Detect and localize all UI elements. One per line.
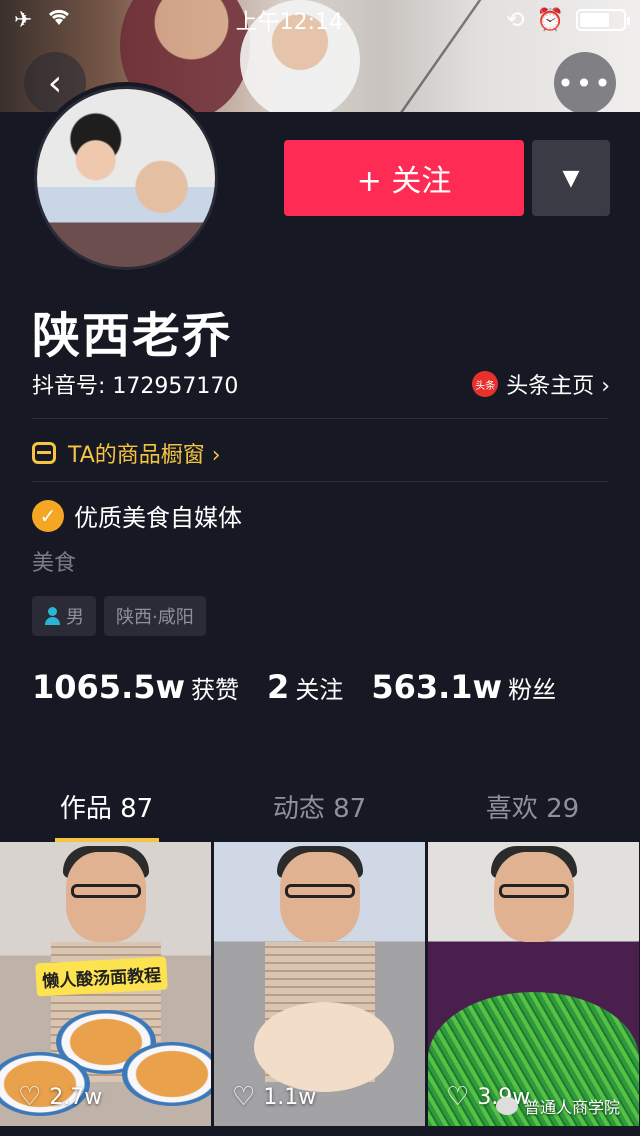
profile-tags: 男 陕西·咸阳: [32, 596, 206, 636]
status-time: 上午12:14: [235, 10, 343, 35]
location-tag: 陕西·咸阳: [104, 596, 206, 636]
following-label: 关注: [295, 676, 344, 704]
fans-label: 粉丝: [508, 676, 557, 704]
content-tabs: 作品 87 动态 87 喜欢 29: [0, 770, 640, 842]
fans-count: 563.1w: [371, 668, 503, 706]
more-options-button[interactable]: •••: [554, 52, 616, 114]
id-row: 抖音号: 172957170 头条 头条主页 ›: [32, 368, 610, 400]
heart-icon: ♡: [232, 1082, 256, 1112]
wifi-icon: [46, 7, 72, 33]
person-icon: [44, 607, 60, 625]
verified-icon: ✓: [32, 499, 64, 532]
rotation-lock-icon: ⟲: [506, 7, 525, 33]
watermark-text: 普通人商学院: [523, 1098, 620, 1117]
location-label: 陕西·咸阳: [116, 607, 194, 628]
profile-name: 陕西老乔: [32, 308, 233, 364]
thumb-bowl: [122, 1042, 211, 1106]
status-right: ⟲ ⏰: [506, 7, 630, 33]
tab-likes[interactable]: 喜欢 29: [426, 770, 639, 842]
heart-icon: ♡: [446, 1082, 470, 1112]
follow-button[interactable]: + 关注: [284, 140, 524, 216]
shop-icon: [32, 442, 56, 464]
divider: [32, 418, 608, 419]
wechat-icon: [495, 1097, 518, 1115]
status-left: ✈: [14, 7, 72, 33]
dropdown-icon: ▼: [562, 165, 580, 191]
gender-label: 男: [66, 607, 84, 628]
back-icon: ‹: [47, 62, 63, 104]
follow-label: + 关注: [356, 164, 452, 199]
thumb-chicken: [254, 1002, 394, 1092]
profile-stats: 1065.5w 获赞 2 关注 563.1w 粉丝: [32, 668, 556, 706]
video-caption: 懒人酸汤面教程: [35, 956, 168, 997]
category: 美食: [32, 551, 77, 576]
tab-dynamics[interactable]: 动态 87: [213, 770, 426, 842]
status-bar: ✈ 上午12:14 ⟲ ⏰: [0, 0, 640, 40]
video-thumbnail[interactable]: 懒人酸汤面教程 ♡ 2.7w: [0, 842, 211, 1126]
alarm-icon: ⏰: [536, 7, 564, 33]
avatar[interactable]: [30, 82, 222, 274]
thumb-glasses: [70, 884, 141, 898]
airplane-icon: ✈: [14, 7, 33, 33]
fans-stat[interactable]: 563.1w 粉丝: [371, 668, 556, 706]
battery-icon: [576, 9, 630, 31]
toutiao-link[interactable]: 头条 头条主页 ›: [472, 368, 610, 400]
thumb-glasses: [498, 884, 569, 898]
following-stat[interactable]: 2 关注: [267, 668, 343, 706]
watermark: 普通人商学院: [495, 1094, 620, 1118]
avatar-image: [34, 86, 218, 270]
likes-count: 1065.5w: [32, 668, 186, 706]
video-likes: ♡ 2.7w: [18, 1082, 102, 1112]
video-likes: ♡ 1.1w: [232, 1082, 316, 1112]
video-thumbnail[interactable]: ♡ 3.9w: [428, 842, 639, 1126]
following-count: 2: [267, 668, 290, 706]
heart-icon: ♡: [18, 1082, 42, 1112]
toutiao-icon: 头条: [472, 371, 499, 397]
gender-tag: 男: [32, 596, 96, 636]
douyin-id: 抖音号: 172957170: [32, 374, 239, 399]
recommend-dropdown-button[interactable]: ▼: [532, 140, 610, 216]
thumb-glasses: [284, 884, 355, 898]
likes-label: 获赞: [191, 676, 240, 704]
video-likes-count: 1.1w: [263, 1084, 317, 1110]
likes-stat: 1065.5w 获赞: [32, 668, 239, 706]
video-thumbnail[interactable]: ♡ 1.1w: [214, 842, 425, 1126]
verified-row: ✓ 优质美食自媒体: [32, 498, 242, 533]
video-grid: 懒人酸汤面教程 ♡ 2.7w ♡ 1.1w ♡ 3.9w: [0, 842, 640, 1126]
toutiao-label: 头条主页 ›: [506, 374, 610, 399]
shop-label: TA的商品橱窗 ›: [68, 443, 221, 468]
verified-text: 优质美食自媒体: [74, 504, 242, 532]
divider: [32, 481, 608, 482]
shop-window-link[interactable]: TA的商品橱窗 ›: [32, 437, 221, 469]
video-likes-count: 2.7w: [49, 1084, 103, 1110]
more-icon: •••: [557, 66, 613, 100]
tab-works[interactable]: 作品 87: [0, 770, 213, 842]
